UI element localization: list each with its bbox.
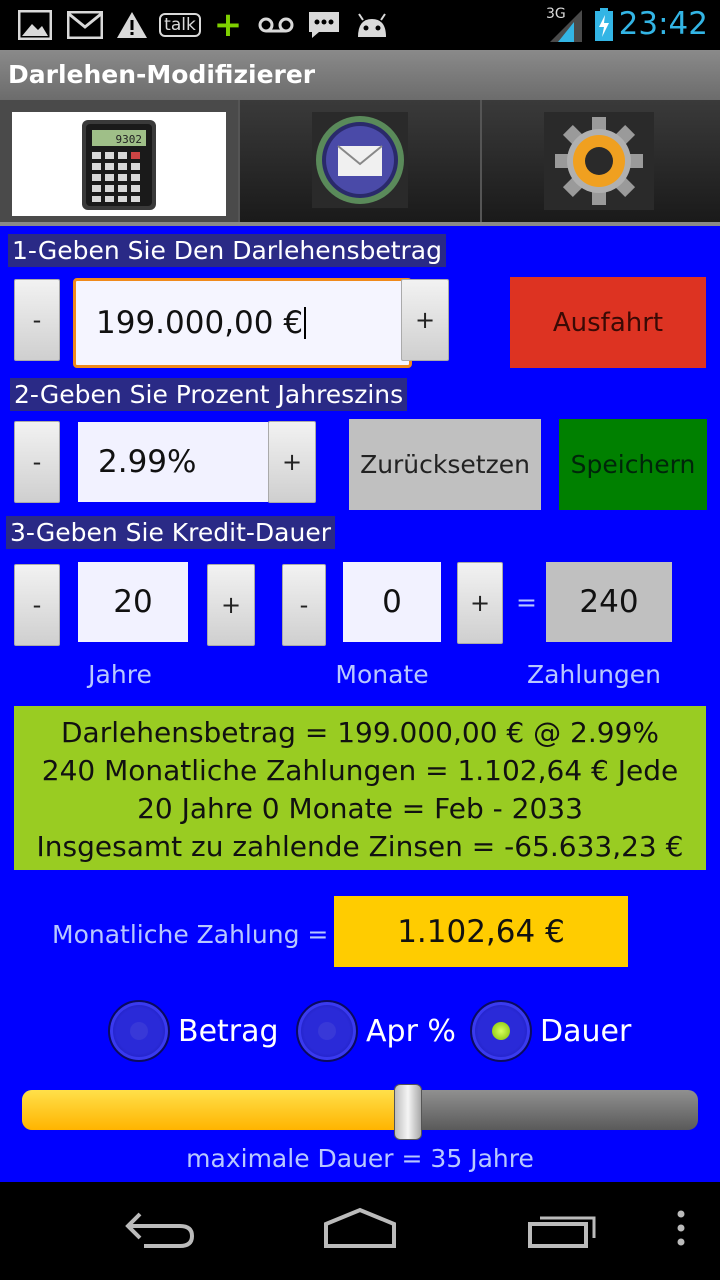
warning-icon — [114, 8, 150, 42]
summary-box: Darlehensbetrag = 199.000,00 € @ 2.99% 2… — [14, 706, 706, 870]
amount-value: 199.000,00 € — [96, 305, 304, 341]
voicemail-icon — [256, 8, 296, 42]
years-label: Jahre — [88, 660, 152, 689]
payments-count: 240 — [546, 562, 672, 642]
years-minus-button[interactable]: - — [14, 564, 60, 646]
summary-line-3: 20 Jahre 0 Monate = Feb - 2033 — [137, 792, 583, 825]
gmail-icon — [66, 8, 104, 42]
radio-button[interactable] — [296, 1000, 358, 1062]
radio-button[interactable] — [108, 1000, 170, 1062]
recent-apps-icon[interactable] — [526, 1206, 598, 1254]
rate-plus-button[interactable]: + — [268, 421, 316, 503]
tab-settings[interactable] — [482, 100, 720, 222]
clock: 23:42 — [618, 6, 708, 42]
signal-icon: 3G — [544, 4, 586, 44]
rate-input[interactable]: 2.99% — [78, 422, 268, 502]
radio-label: Apr % — [366, 1013, 456, 1049]
menu-icon[interactable] — [674, 1206, 688, 1254]
months-plus-button[interactable]: + — [457, 562, 503, 644]
tab-mail[interactable] — [240, 100, 482, 222]
sms-icon — [306, 8, 342, 42]
amount-plus-button[interactable]: + — [401, 279, 449, 361]
amount-minus-button[interactable]: - — [14, 279, 60, 361]
gear-icon — [544, 112, 654, 210]
monthly-payment-value: 1.102,64 € — [334, 896, 628, 967]
gallery-icon — [16, 8, 54, 42]
summary-line-2: 240 Monatliche Zahlungen = 1.102,64 € Je… — [41, 754, 679, 787]
back-icon[interactable] — [124, 1206, 196, 1254]
months-input[interactable]: 0 — [343, 562, 441, 642]
main-panel: 1-Geben Sie Den Darlehensbetrag - 199.00… — [0, 226, 720, 1182]
radio-duration[interactable]: Dauer — [470, 1000, 631, 1062]
radio-button[interactable] — [470, 1000, 532, 1062]
status-bar: talk + 3G 23:42 — [0, 0, 720, 50]
android-icon — [352, 8, 392, 42]
exit-button[interactable]: Ausfahrt — [510, 277, 706, 368]
duration-slider-fill — [22, 1090, 408, 1130]
reset-button[interactable]: Zurücksetzen — [349, 419, 541, 510]
tab-bar: 9302 — [0, 100, 720, 226]
calculator-display: 9302 — [116, 133, 143, 146]
amount-input[interactable]: 199.000,00 € — [73, 278, 412, 368]
summary-line-4: Insgesamt zu zahlende Zinsen = -65.633,2… — [36, 830, 684, 863]
app-title: Darlehen-Modifizierer — [8, 60, 316, 89]
payments-label: Zahlungen — [526, 660, 662, 689]
rate-minus-button[interactable]: - — [14, 421, 60, 503]
talk-icon: talk — [159, 8, 201, 42]
calculator-icon: 9302 — [12, 112, 226, 216]
radio-label: Dauer — [540, 1013, 632, 1049]
months-label: Monate — [335, 660, 429, 689]
max-duration-caption: maximale Dauer = 35 Jahre — [186, 1144, 534, 1173]
mail-icon — [312, 112, 408, 208]
navigation-bar — [0, 1182, 720, 1280]
months-minus-button[interactable]: - — [282, 564, 326, 646]
duration-slider-thumb[interactable] — [394, 1084, 423, 1140]
plus-icon: + — [213, 5, 243, 45]
section1-header: 1-Geben Sie Den Darlehensbetrag — [8, 234, 446, 267]
radio-amount[interactable]: Betrag — [108, 1000, 279, 1062]
duration-slider-track[interactable] — [22, 1090, 698, 1130]
equals-sign: = — [516, 588, 537, 617]
radio-label: Betrag — [178, 1013, 279, 1049]
title-bar: Darlehen-Modifizierer — [0, 50, 720, 100]
years-input[interactable]: 20 — [78, 562, 188, 642]
section3-header: 3-Geben Sie Kredit-Dauer — [6, 516, 335, 549]
home-icon[interactable] — [322, 1206, 398, 1254]
save-button[interactable]: Speichern — [559, 419, 707, 510]
tab-calculator[interactable]: 9302 — [0, 100, 240, 222]
radio-apr[interactable]: Apr % — [296, 1000, 456, 1062]
battery-icon — [592, 8, 616, 42]
talk-text: talk — [159, 13, 201, 37]
section2-header: 2-Geben Sie Prozent Jahreszins — [10, 378, 408, 411]
years-plus-button[interactable]: + — [207, 564, 255, 646]
monthly-payment-label: Monatliche Zahlung = — [52, 920, 329, 949]
summary-line-1: Darlehensbetrag = 199.000,00 € @ 2.99% — [60, 716, 659, 749]
